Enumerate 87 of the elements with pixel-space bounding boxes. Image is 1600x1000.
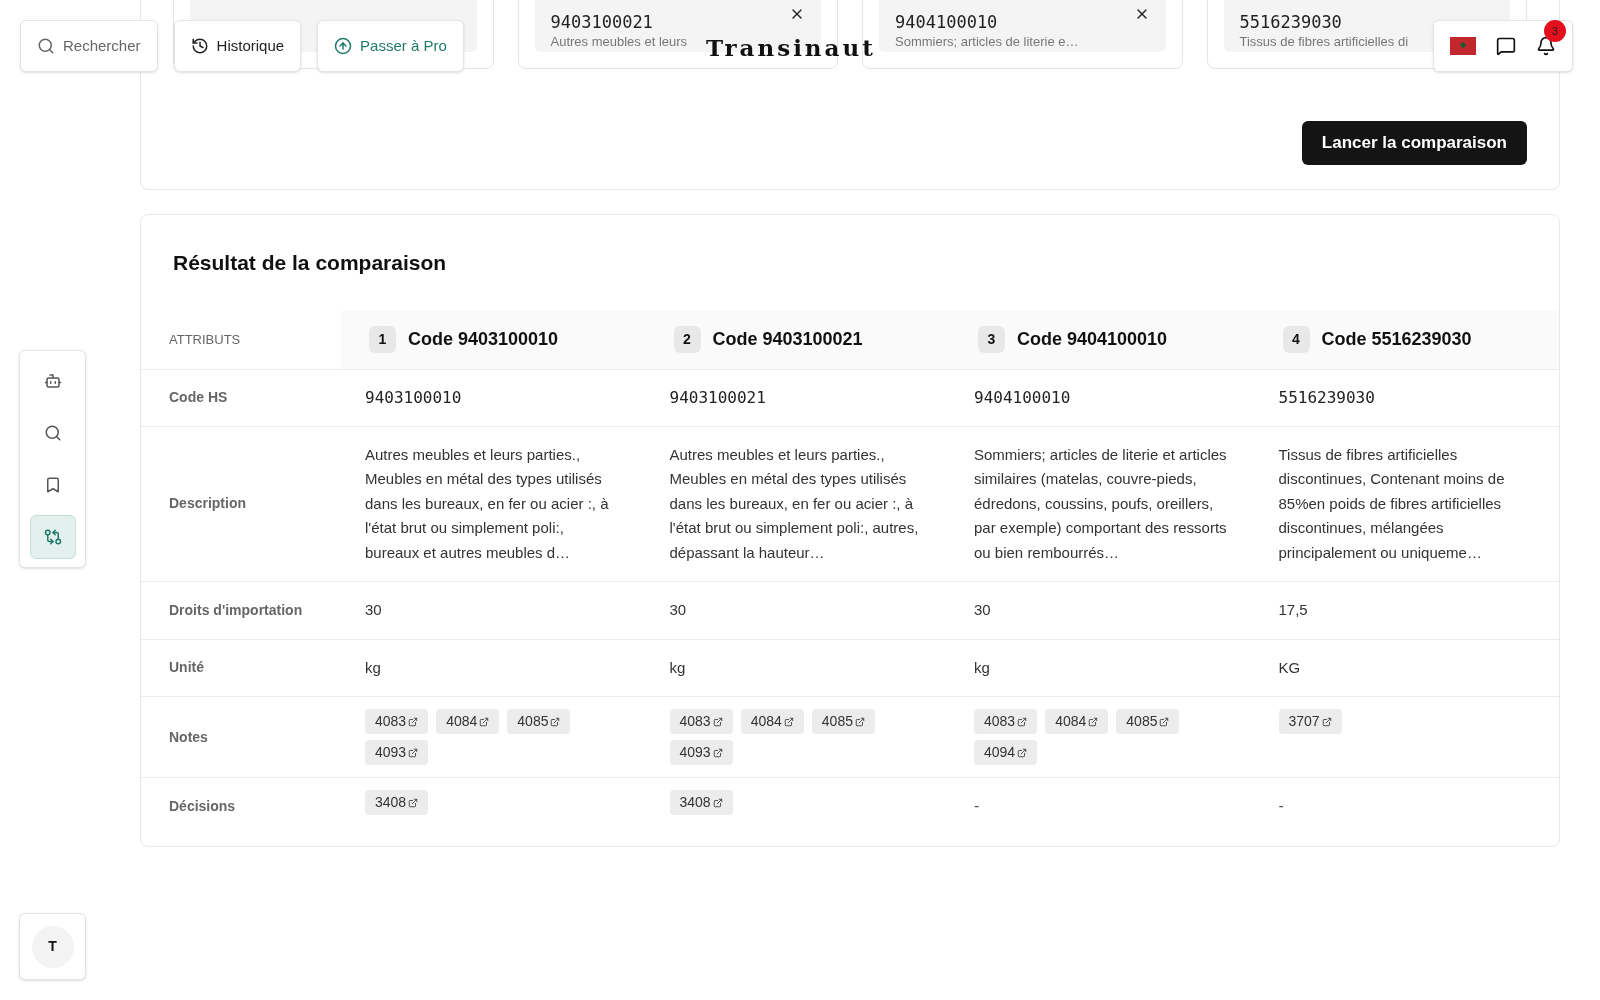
search-icon — [43, 424, 62, 442]
external-link-icon — [479, 716, 490, 727]
table-cell-text: Autres meubles et leurs parties., Meubles en métal des types utilisés dans les bureaux, en fer ou acier :, à l'état brut ou simplement poli:, bureaux et autres meubles d… — [365, 444, 610, 563]
external-link-icon — [783, 716, 794, 727]
table-cell-text: 9403100010 — [365, 386, 462, 409]
note-link[interactable]: 3707 — [1278, 709, 1342, 734]
table-cell-text: 30 — [974, 600, 991, 620]
upgrade-button[interactable]: Passer à Pro — [317, 20, 464, 72]
external-link-icon — [1159, 716, 1170, 727]
note-link[interactable]: 3408 — [669, 790, 733, 815]
compare-button[interactable]: Lancer la comparaison — [1301, 121, 1527, 165]
card-description: Tissus de fibres artificielles di — [1239, 33, 1409, 51]
flag-icon — [1450, 37, 1476, 55]
search-button[interactable]: Rechercher — [20, 20, 158, 72]
note-link[interactable]: 4085 — [507, 709, 571, 734]
column-heading: Code 5516239030 — [1321, 328, 1472, 351]
note-link[interactable]: 4093 — [669, 740, 733, 765]
attributes-heading: ATTRIBUTS — [169, 330, 241, 349]
table-cell-text: - — [974, 796, 980, 816]
chat-icon[interactable] — [1496, 36, 1516, 56]
table-cell-text: kg — [669, 657, 686, 678]
note-link[interactable]: 4084 — [436, 709, 500, 734]
external-link-icon — [712, 716, 723, 727]
note-link[interactable]: 4083 — [974, 709, 1038, 734]
external-link-icon — [408, 797, 419, 808]
column-heading: Code 9403100010 — [408, 328, 559, 351]
column-index-badge: 2 — [673, 326, 701, 353]
column-index-badge: 1 — [369, 326, 396, 353]
external-link-icon — [712, 747, 723, 758]
compare-icon — [43, 528, 62, 546]
table-cell-text: 9403100021 — [669, 386, 766, 409]
note-link[interactable]: 4085 — [1116, 709, 1180, 734]
column-heading: Code 9403100021 — [712, 328, 863, 351]
table-cell-text: Sommiers; articles de literie et articles similaires (matelas, couvre-pieds, édredons, coussins, poufs, oreillers, par exemple) comportant des ressorts ou bien rembourrés… — [974, 444, 1228, 563]
card-code: 5516239030 — [1239, 12, 1343, 32]
table-cell-text: 30 — [669, 600, 687, 620]
table-cell-text: - — [1278, 796, 1284, 816]
user-avatar[interactable]: T — [31, 925, 74, 968]
sidebar-item[interactable] — [29, 515, 76, 559]
table-cell-text: KG — [1278, 657, 1301, 678]
note-link[interactable]: 4093 — [365, 740, 429, 765]
table-cell-text: 9404100010 — [974, 386, 1071, 409]
history-button[interactable]: Historique — [173, 20, 302, 72]
result-title: Résultat de la comparaison — [172, 250, 448, 276]
logo: Transinaut — [706, 36, 876, 60]
external-link-icon — [1088, 716, 1099, 727]
row-label: Unité — [169, 658, 204, 678]
note-link[interactable]: 4084 — [740, 709, 804, 734]
row-label: Description — [169, 494, 246, 514]
note-link[interactable]: 4084 — [1045, 709, 1109, 734]
note-link[interactable]: 4083 — [365, 709, 429, 734]
column-heading: Code 9404100010 — [1017, 328, 1168, 351]
external-link-icon — [1321, 716, 1332, 727]
table-cell-text: kg — [974, 657, 990, 678]
card-description: Sommiers; articles de literie e… — [895, 33, 1079, 51]
table-cell-text: 5516239030 — [1278, 386, 1375, 409]
table-cell-text: Autres meubles et leurs parties., Meubles en métal des types utilisés dans les bureaux, en fer ou acier :, à l'état brut ou simplement poli:, autres, dépassant la hauteur… — [669, 444, 920, 563]
history-icon — [190, 37, 209, 55]
external-link-icon — [1017, 716, 1028, 727]
external-link-icon — [408, 716, 419, 727]
external-link-icon — [408, 747, 419, 758]
upgrade-icon — [334, 37, 353, 55]
note-link[interactable]: 4083 — [669, 709, 733, 734]
external-link-icon — [854, 716, 865, 727]
bot-icon — [43, 372, 62, 390]
row-label: Code HS — [169, 388, 228, 407]
notification-badge: 3 — [1544, 20, 1566, 42]
row-label: Droits d'importation — [169, 600, 303, 620]
row-label: Notes — [169, 727, 208, 747]
note-link[interactable]: 4085 — [811, 709, 875, 734]
row-label: Décisions — [169, 796, 236, 816]
table-cell-text: kg — [365, 657, 381, 678]
column-index-badge: 3 — [978, 326, 1005, 353]
external-link-icon — [712, 797, 723, 808]
note-link[interactable]: 3408 — [365, 790, 429, 815]
card-description: Autres meubles et leurs — [550, 33, 688, 51]
column-index-badge: 4 — [1282, 326, 1310, 353]
table-cell-text: Tissus de fibres artificielles discontinues, Contenant moins de 85%en poids de fibres artificielles discontinues, mélangées principalement ou uniqueme… — [1278, 444, 1506, 563]
external-link-icon — [1017, 747, 1028, 758]
note-link[interactable]: 4094 — [974, 740, 1038, 765]
card-code: 9403100021 — [550, 12, 654, 32]
notification-icon[interactable] — [1536, 36, 1556, 56]
table-cell-text: 17,5 — [1278, 600, 1308, 620]
search-icon — [37, 37, 55, 55]
external-link-icon — [550, 716, 561, 727]
table-cell-text: 30 — [365, 600, 382, 620]
card-code: 9404100010 — [895, 12, 999, 32]
